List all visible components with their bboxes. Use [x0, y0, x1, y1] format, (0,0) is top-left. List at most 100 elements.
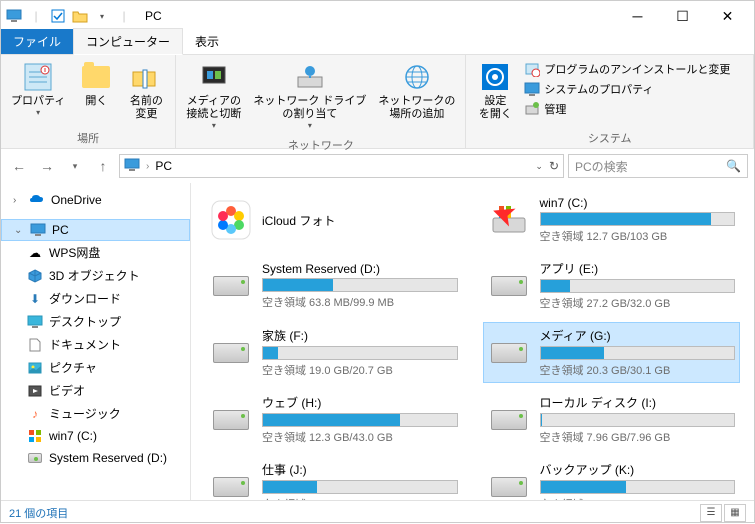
drive-icon: [488, 268, 530, 304]
sidebar-item-pictures[interactable]: ピクチャ: [1, 356, 190, 379]
item-drive-apps[interactable]: アプリ (E:)空き領域 27.2 GB/32.0 GB: [483, 255, 741, 316]
titlebar: | ▾ | PC ─ ☐ ✕: [1, 1, 754, 31]
map-network-drive-button[interactable]: ネットワーク ドライブ の割り当て ▾: [247, 57, 372, 135]
media-connect-button[interactable]: メディアの 接続と切断 ▾: [180, 57, 247, 135]
chevron-down-icon[interactable]: ⌄: [14, 225, 24, 236]
manage-button[interactable]: 管理: [524, 101, 730, 117]
item-icloud-photos[interactable]: iCloud フォト: [205, 191, 463, 249]
rename-icon: [130, 61, 162, 93]
search-placeholder: PCの検索: [575, 158, 720, 175]
item-drive-family[interactable]: 家族 (F:)空き領域 19.0 GB/20.7 GB: [205, 322, 463, 383]
desktop-icon: [27, 314, 43, 330]
ribbon-group-network: メディアの 接続と切断 ▾ ネットワーク ドライブ の割り当て ▾ ネットワーク…: [176, 55, 466, 148]
properties-button[interactable]: プロパティ ▾: [5, 57, 71, 128]
search-input[interactable]: PCの検索 🔍: [568, 154, 748, 178]
tab-computer[interactable]: コンピューター: [73, 28, 183, 55]
sidebar-item-onedrive[interactable]: › OneDrive: [1, 189, 190, 211]
drive-icon: [210, 402, 252, 438]
item-drive-system-reserved[interactable]: System Reserved (D:)空き領域 63.8 MB/99.9 MB: [205, 255, 463, 316]
item-drive-web[interactable]: ウェブ (H:)空き領域 12.3 GB/43.0 GB: [205, 389, 463, 450]
qat-dropdown-icon[interactable]: ▾: [93, 7, 111, 25]
manage-icon: [524, 101, 540, 117]
nav-up-button[interactable]: ↑: [91, 154, 115, 178]
photos-icon: [210, 202, 252, 238]
drive-icon: [488, 402, 530, 438]
cloud-icon: ☁: [27, 245, 43, 261]
chevron-icon[interactable]: ›: [13, 195, 23, 206]
open-settings-button[interactable]: 設定 を開く: [470, 57, 520, 128]
sidebar-item-videos[interactable]: ビデオ: [1, 379, 190, 402]
nav-recent-dropdown[interactable]: ▾: [63, 154, 87, 178]
checkbox-icon[interactable]: [49, 7, 67, 25]
ribbon-group-label: ネットワーク: [180, 135, 461, 155]
search-icon: 🔍: [726, 159, 741, 173]
music-icon: ♪: [27, 406, 43, 422]
sidebar-item-music[interactable]: ♪ミュージック: [1, 402, 190, 425]
pc-icon: [5, 7, 23, 25]
open-button[interactable]: 開く: [71, 57, 121, 128]
network-drive-icon: [294, 61, 326, 93]
view-large-icons-button[interactable]: ▦: [724, 504, 746, 522]
navigation-pane: › OneDrive ⌄ PC ☁WPS网盘 3D オブジェクト ⬇ダウンロード…: [1, 183, 191, 500]
ribbon-group-label: 場所: [5, 128, 171, 148]
main-area: › OneDrive ⌄ PC ☁WPS网盘 3D オブジェクト ⬇ダウンロード…: [1, 183, 754, 500]
cube-icon: [27, 268, 43, 284]
drive-icon: [210, 268, 252, 304]
rename-button[interactable]: 名前の 変更: [121, 57, 171, 128]
item-drive-work[interactable]: 仕事 (J:)空き領域 67.4 GB/94.1 GB: [205, 456, 463, 500]
drive-icon: [27, 450, 43, 466]
breadcrumb-separator[interactable]: ›: [146, 161, 149, 172]
nav-back-button[interactable]: ←: [7, 154, 31, 178]
ribbon-group-system: 設定 を開く プログラムのアンインストールと変更 システムのプロパティ 管理 シ…: [466, 55, 754, 148]
item-drive-backup[interactable]: バックアップ (K:)空き領域 98.5 GB/175 GB: [483, 456, 741, 500]
content-pane: ➤ iCloud フォト: [191, 183, 754, 500]
item-count: 21 個の項目: [9, 505, 68, 521]
system-properties-button[interactable]: システムのプロパティ: [524, 81, 730, 97]
item-drive-local-i[interactable]: ローカル ディスク (I:)空き領域 7.96 GB/7.96 GB: [483, 389, 741, 450]
item-drive-win7[interactable]: win7 (C:)空き領域 12.7 GB/103 GB: [483, 191, 741, 249]
minimize-button[interactable]: ─: [615, 1, 660, 31]
ribbon: プロパティ ▾ 開く 名前の 変更 場所 メディアの 接続と切断 ▾ ネットワ: [1, 55, 754, 149]
properties-icon: [22, 61, 54, 93]
breadcrumb-pc[interactable]: PC: [155, 159, 172, 173]
download-icon: ⬇: [27, 291, 43, 307]
sidebar-item-system-reserved[interactable]: System Reserved (D:): [1, 447, 190, 469]
sidebar-item-pc[interactable]: ⌄ PC: [1, 219, 190, 241]
sidebar-item-wps[interactable]: ☁WPS网盘: [1, 241, 190, 264]
sidebar-item-downloads[interactable]: ⬇ダウンロード: [1, 287, 190, 310]
window-title: PC: [145, 9, 162, 23]
status-bar: 21 個の項目 ☰ ▦: [1, 500, 754, 524]
system-properties-icon: [524, 81, 540, 97]
sidebar-item-win7[interactable]: win7 (C:): [1, 425, 190, 447]
item-drive-media[interactable]: メディア (G:)空き領域 20.3 GB/30.1 GB: [483, 322, 741, 383]
sidebar-item-desktop[interactable]: デスクトップ: [1, 310, 190, 333]
close-button[interactable]: ✕: [705, 1, 750, 31]
quick-access-toolbar: | ▾ |: [5, 7, 133, 25]
uninstall-icon: [524, 61, 540, 77]
sidebar-item-documents[interactable]: ドキュメント: [1, 333, 190, 356]
address-dropdown-icon[interactable]: ⌄: [535, 161, 543, 172]
uninstall-programs-button[interactable]: プログラムのアンインストールと変更: [524, 61, 730, 77]
media-icon: [198, 61, 230, 93]
windows-drive-icon: [488, 202, 530, 238]
drive-icon: [488, 335, 530, 371]
ribbon-group-label: システム: [470, 128, 749, 148]
video-icon: [27, 383, 43, 399]
tab-view[interactable]: 表示: [183, 29, 231, 54]
address-bar[interactable]: › PC ⌄ ↻: [119, 154, 564, 178]
window-controls: ─ ☐ ✕: [615, 1, 750, 31]
drive-icon: [488, 469, 530, 501]
add-network-location-button[interactable]: ネットワークの 場所の追加: [372, 57, 461, 135]
network-location-icon: [401, 61, 433, 93]
pc-icon: [124, 158, 140, 175]
settings-icon: [479, 61, 511, 93]
nav-forward-button[interactable]: →: [35, 154, 59, 178]
folder-small-icon[interactable]: [71, 7, 89, 25]
tab-file[interactable]: ファイル: [1, 29, 73, 54]
maximize-button[interactable]: ☐: [660, 1, 705, 31]
pictures-icon: [27, 360, 43, 376]
sidebar-item-3d-objects[interactable]: 3D オブジェクト: [1, 264, 190, 287]
view-details-button[interactable]: ☰: [700, 504, 722, 522]
drive-icon: [210, 335, 252, 371]
refresh-icon[interactable]: ↻: [549, 159, 559, 173]
